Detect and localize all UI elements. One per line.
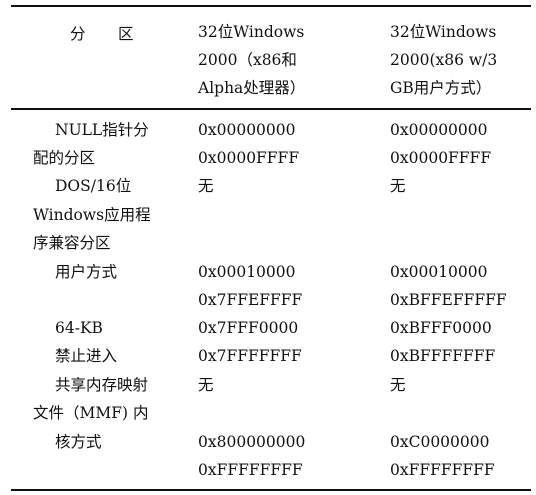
row-mmf-label-2: 文件（MMF) 内 xyxy=(33,404,149,422)
row-null-col2-start: 0x00000000 xyxy=(198,121,296,139)
row-user-label: 用户方式 xyxy=(55,263,118,281)
header-col2-line3: Alpha处理器） xyxy=(198,79,306,97)
row-kernel-col3-end: 0xFFFFFFFF xyxy=(390,461,495,479)
row-mmf-label-1: 共享内存映射 xyxy=(55,376,149,394)
row-user-col3-end: 0xBFFEFFFFF xyxy=(390,291,507,309)
row-mmf-col3: 无 xyxy=(390,376,406,394)
header-col3-line1: 32位Windows xyxy=(390,23,497,41)
row-64kb-col3-start: 0xBFFF0000 xyxy=(390,319,492,337)
row-64kb-label-1: 64-KB xyxy=(55,319,103,337)
row-64kb-col2-start: 0x7FFF0000 xyxy=(198,319,299,337)
row-kernel-col2-start: 0x800000000 xyxy=(198,433,306,451)
header-col3-line2: 2000(x86 w/3 xyxy=(390,51,498,69)
row-64kb-label-2: 禁止进入 xyxy=(55,347,118,365)
row-null-label-1: NULL指针分 xyxy=(55,121,149,139)
header-bottom-rule xyxy=(11,108,531,110)
header-partition-char-1: 分 xyxy=(70,25,86,43)
table-bottom-rule xyxy=(11,489,531,491)
row-dos-label-1: DOS/16位 xyxy=(55,177,132,195)
row-kernel-col3-start: 0xC0000000 xyxy=(390,433,490,451)
header-col3-line3: GB用户方式） xyxy=(390,79,492,97)
row-dos-col3: 无 xyxy=(390,177,406,195)
row-user-col2-end: 0x7FFEFFFF xyxy=(198,291,303,309)
table-top-rule xyxy=(11,5,531,7)
row-kernel-label: 核方式 xyxy=(55,433,102,451)
row-dos-label-3: 序兼容分区 xyxy=(33,234,111,252)
memory-partition-table: 分 区 32位Windows 2000（x86和 Alpha处理器） 32位Wi… xyxy=(0,0,536,495)
row-64kb-col2-end: 0x7FFFFFFF xyxy=(198,347,302,365)
header-partition-char-2: 区 xyxy=(118,25,134,43)
header-col2-line1: 32位Windows xyxy=(198,23,305,41)
row-mmf-col2: 无 xyxy=(198,376,214,394)
row-null-col3-start: 0x00000000 xyxy=(390,121,488,139)
row-null-col3-end: 0x0000FFFF xyxy=(390,149,492,167)
header-col2-line2: 2000（x86和 xyxy=(198,51,297,69)
row-dos-label-2: Windows应用程 xyxy=(33,206,151,224)
row-64kb-col3-end: 0xBFFFFFFF xyxy=(390,347,496,365)
row-user-col3-start: 0x00010000 xyxy=(390,263,488,281)
row-null-col2-end: 0x0000FFFF xyxy=(198,149,300,167)
row-kernel-col2-end: 0xFFFFFFFF xyxy=(198,461,303,479)
row-dos-col2: 无 xyxy=(198,177,214,195)
row-user-col2-start: 0x00010000 xyxy=(198,263,296,281)
row-null-label-2: 配的分区 xyxy=(33,149,96,167)
